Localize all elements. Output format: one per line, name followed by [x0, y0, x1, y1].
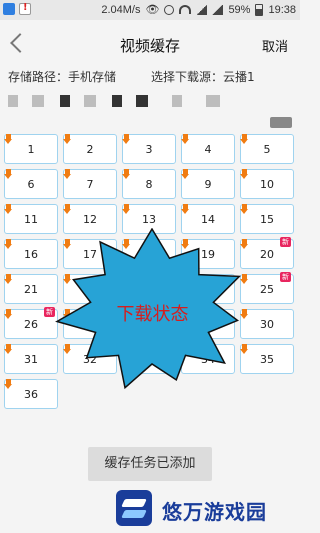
cache-task-added-button[interactable]: 缓存任务已添加 — [88, 447, 212, 481]
watermark-text: 悠万游戏园 — [162, 500, 267, 524]
network-speed: 2.04M/s — [101, 3, 141, 16]
episode-number: 16 — [24, 248, 38, 261]
download-source-selector[interactable]: 选择下载源：云播1 — [151, 68, 255, 85]
episode-number: 31 — [24, 353, 38, 366]
episode-number: 7 — [86, 178, 94, 191]
watermark: 悠万游戏园 — [104, 486, 300, 530]
episode-number: 36 — [24, 388, 38, 401]
episode-number: 12 — [83, 213, 97, 226]
episode-number: 5 — [263, 143, 271, 156]
episode-number: 10 — [260, 178, 274, 191]
wifi-icon — [179, 5, 192, 14]
storage-path[interactable]: 存储路径：手机存储 — [8, 68, 116, 85]
episode-item[interactable]: 4 — [181, 134, 235, 164]
episode-number: 2 — [86, 143, 94, 156]
new-badge: 新 — [44, 307, 55, 317]
episode-item[interactable]: 6 — [4, 169, 58, 199]
download-status-label: 下载状态 — [116, 304, 189, 325]
app-icon — [3, 3, 15, 15]
episode-item[interactable]: 10 — [240, 169, 294, 199]
eye-icon: 👁 — [145, 4, 160, 16]
episode-item[interactable]: 16 — [4, 239, 58, 269]
episode-number: 11 — [24, 213, 38, 226]
battery-icon — [255, 3, 264, 16]
cancel-button[interactable]: 取消 — [262, 36, 288, 55]
episode-item[interactable]: 11 — [4, 204, 58, 234]
episode-number: 4 — [204, 143, 212, 156]
alarm-icon — [164, 4, 175, 15]
episode-number: 1 — [27, 143, 35, 156]
battery-percent: 59% — [228, 3, 251, 16]
signal-icon — [212, 4, 224, 15]
episode-number: 6 — [27, 178, 35, 191]
episode-item[interactable]: 26 新 — [4, 307, 58, 339]
episode-item[interactable]: 36 — [4, 379, 58, 409]
warning-icon — [19, 2, 31, 15]
episode-item[interactable]: 1 — [4, 134, 58, 164]
episode-number: 9 — [204, 178, 212, 191]
redacted-block — [172, 95, 182, 107]
redacted-block — [112, 95, 122, 107]
episode-number: 3 — [145, 143, 153, 156]
page-title: 视频缓存 — [119, 37, 180, 55]
signal-icon — [196, 4, 208, 15]
redacted-block — [136, 95, 148, 107]
clock: 19:38 — [268, 3, 296, 16]
episode-item[interactable]: 2 — [63, 134, 117, 164]
status-bar: 2.04M/s 👁 59% 19:38 — [0, 0, 300, 20]
download-status-overlay: 下载状态 — [55, 227, 250, 393]
episode-number: 14 — [201, 213, 215, 226]
episode-item[interactable]: 3 — [122, 134, 176, 164]
episode-item[interactable]: 9 — [181, 169, 235, 199]
new-badge: 新 — [280, 272, 291, 282]
redacted-block — [8, 95, 18, 107]
new-badge: 新 — [280, 237, 291, 247]
episode-item[interactable]: 31 — [4, 344, 58, 374]
redacted-block — [84, 95, 96, 107]
redacted-block — [32, 95, 44, 107]
episode-number: 26 — [24, 318, 38, 331]
navigation-bar: 视频缓存 取消 — [0, 20, 300, 64]
episode-number: 15 — [260, 213, 274, 226]
redacted-block — [60, 95, 70, 107]
redacted-block — [206, 95, 220, 107]
episode-number: 21 — [24, 283, 38, 296]
episode-item[interactable]: 8 — [122, 169, 176, 199]
episode-item[interactable]: 7 — [63, 169, 117, 199]
episode-number: 8 — [145, 178, 153, 191]
episode-item[interactable]: 5 — [240, 134, 294, 164]
watermark-logo-icon — [116, 490, 152, 526]
corner-badge — [270, 117, 292, 128]
episode-number: 13 — [142, 213, 156, 226]
episode-item[interactable]: 21 — [4, 274, 58, 304]
